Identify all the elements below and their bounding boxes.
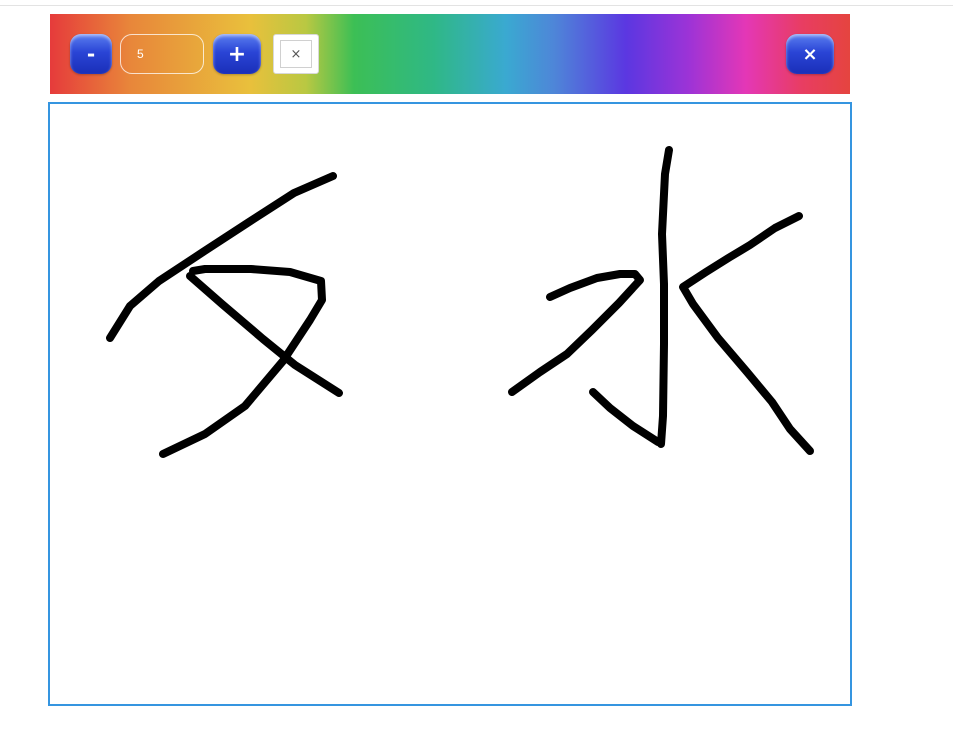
stroke-2 bbox=[159, 265, 326, 458]
stroke-4 bbox=[657, 146, 673, 448]
stroke-3 bbox=[186, 272, 343, 397]
stroke-5 bbox=[508, 270, 644, 396]
increase-brush-size-button[interactable]: + bbox=[213, 34, 261, 74]
stroke-1 bbox=[106, 172, 337, 342]
top-divider bbox=[0, 5, 953, 6]
stroke-7 bbox=[679, 212, 814, 455]
color-picker-well: × bbox=[280, 40, 312, 68]
decrease-brush-size-button[interactable]: - bbox=[70, 34, 112, 74]
clear-canvas-button[interactable]: × bbox=[786, 34, 834, 74]
color-picker-glyph: × bbox=[290, 46, 302, 62]
toolbar: - + × × bbox=[50, 14, 850, 94]
color-picker[interactable]: × bbox=[273, 34, 319, 74]
canvas-drawing-layer bbox=[106, 146, 814, 458]
drawing-canvas[interactable] bbox=[48, 102, 852, 706]
brush-size-input[interactable] bbox=[120, 34, 204, 74]
stroke-6 bbox=[589, 388, 662, 446]
